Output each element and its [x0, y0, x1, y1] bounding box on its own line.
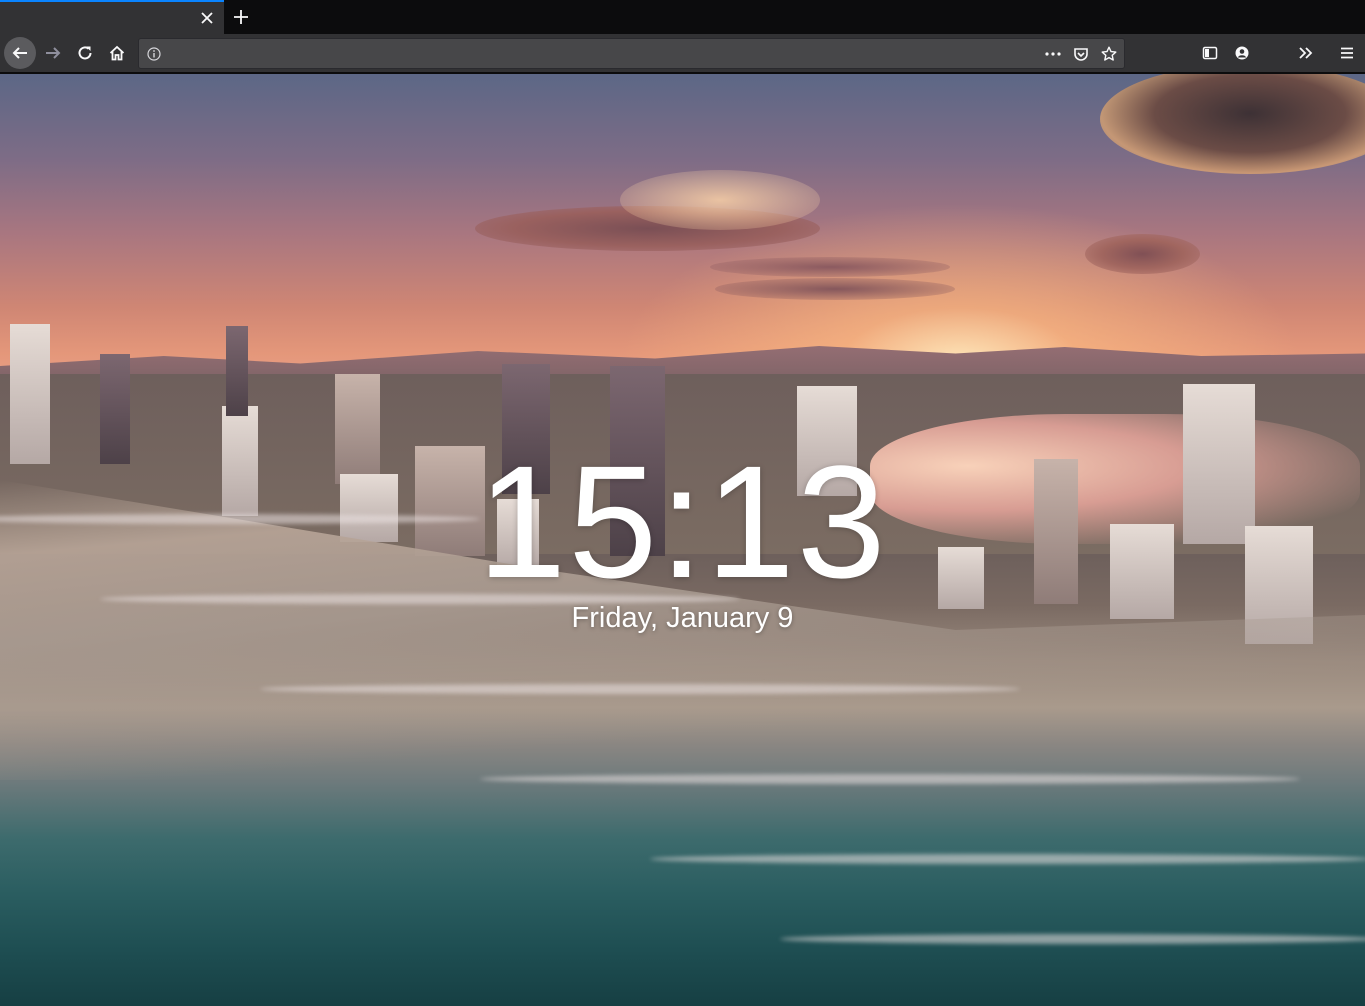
reload-icon[interactable]	[70, 38, 100, 68]
forward-arrow-icon[interactable]	[38, 38, 68, 68]
info-icon[interactable]	[145, 45, 163, 63]
account-icon[interactable]	[1227, 38, 1257, 68]
active-tab[interactable]	[0, 0, 224, 34]
more-dots-icon[interactable]	[1043, 44, 1063, 64]
navigation-toolbar	[0, 34, 1365, 73]
clock-date: Friday, January 9	[571, 602, 794, 634]
sidebar-icon[interactable]	[1195, 38, 1225, 68]
clock-time: 15:13	[477, 432, 888, 611]
overflow-chevron-icon[interactable]	[1291, 38, 1321, 68]
plus-icon[interactable]	[228, 4, 254, 30]
hamburger-menu-icon[interactable]	[1332, 38, 1362, 68]
home-icon[interactable]	[102, 38, 132, 68]
back-arrow-icon[interactable]	[4, 37, 36, 69]
close-icon[interactable]	[196, 7, 218, 29]
address-bar[interactable]	[138, 38, 1125, 69]
tab-strip	[0, 0, 1365, 34]
new-tab-page: 15:13 Friday, January 9	[0, 74, 1365, 1006]
pocket-icon[interactable]	[1071, 44, 1091, 64]
url-input[interactable]	[169, 43, 1029, 65]
star-icon[interactable]	[1099, 44, 1119, 64]
